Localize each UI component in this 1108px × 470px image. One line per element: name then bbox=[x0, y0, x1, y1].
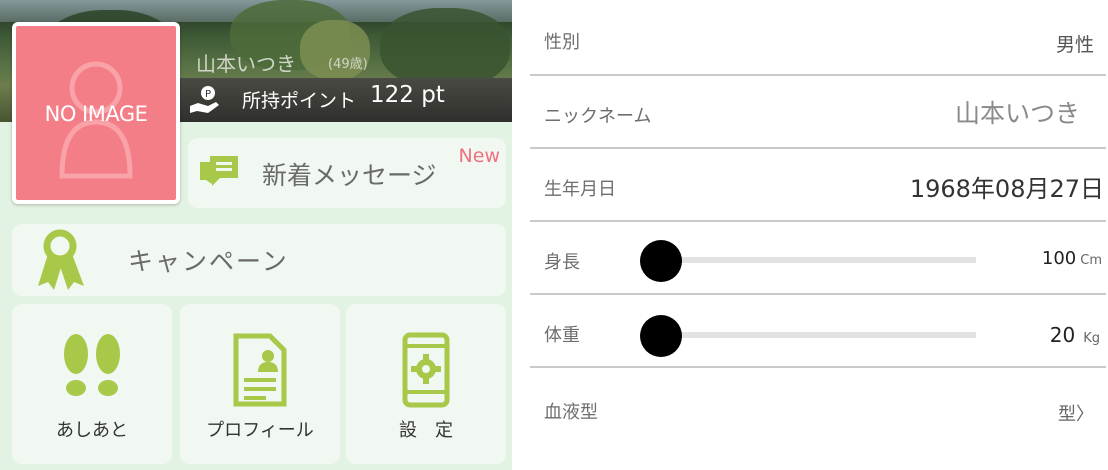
weight-slider-track[interactable] bbox=[650, 332, 976, 338]
campaign-label: キャンペーン bbox=[128, 247, 289, 276]
profile-document-icon bbox=[233, 333, 287, 407]
height-value-group: 100 Cm bbox=[1042, 248, 1102, 269]
user-name: 山本いつき bbox=[196, 52, 296, 76]
weight-label: 体重 bbox=[544, 325, 580, 346]
member-menu-panel: 山本いつき (49歳) P 所持ポイント 122 pt NO IMAGE 新着メ… bbox=[0, 0, 512, 470]
weight-slider-thumb[interactable] bbox=[640, 315, 682, 357]
birthday-value: 1968年08月27日 bbox=[909, 175, 1104, 203]
weight-row: 体重 20 Kg bbox=[530, 295, 1106, 368]
settings-phone-icon bbox=[402, 332, 450, 408]
weight-value-group: 20 Kg bbox=[1050, 323, 1100, 347]
weight-unit: Kg bbox=[1083, 331, 1100, 346]
nickname-row[interactable]: ニックネーム 山本いつき bbox=[530, 76, 1106, 149]
points-bar[interactable]: P 所持ポイント 122 pt bbox=[180, 78, 512, 122]
height-value: 100 bbox=[1041, 248, 1077, 269]
svg-text:P: P bbox=[205, 89, 211, 100]
gender-row[interactable]: 性別 男性 bbox=[530, 0, 1106, 76]
screen: 山本いつき (49歳) P 所持ポイント 122 pt NO IMAGE 新着メ… bbox=[0, 0, 1108, 470]
points-value: 122 pt bbox=[370, 82, 445, 108]
footprints-icon bbox=[64, 334, 120, 396]
user-age: (49歳) bbox=[328, 57, 368, 72]
settings-label: 設 定 bbox=[399, 420, 453, 441]
profile-form: 性別 男性 ニックネーム 山本いつき 生年月日 1968年08月27日 身長 1… bbox=[512, 0, 1108, 470]
blood-type-value: 型〉 bbox=[1058, 404, 1094, 425]
ribbon-icon bbox=[38, 229, 84, 290]
footprints-label: あしあと bbox=[56, 420, 128, 441]
blood-type-row[interactable]: 血液型 型〉 bbox=[530, 368, 1106, 470]
new-messages-button[interactable]: 新着メッセージ New bbox=[188, 138, 506, 208]
height-label: 身長 bbox=[544, 252, 580, 273]
new-badge: New bbox=[458, 145, 500, 167]
points-label: 所持ポイント bbox=[242, 90, 357, 112]
gender-label: 性別 bbox=[544, 32, 580, 53]
birthday-label: 生年月日 bbox=[544, 179, 616, 200]
gender-value: 男性 bbox=[1055, 34, 1094, 56]
profile-label: プロフィール bbox=[206, 420, 314, 441]
nickname-value: 山本いつき bbox=[954, 99, 1080, 128]
height-unit: Cm bbox=[1080, 253, 1102, 268]
user-name-bar: 山本いつき (49歳) bbox=[180, 44, 512, 78]
blood-type-label: 血液型 bbox=[544, 402, 598, 423]
height-row: 身長 100 Cm bbox=[530, 222, 1106, 295]
weight-value: 20 bbox=[1049, 323, 1076, 347]
profile-button[interactable]: プロフィール bbox=[180, 304, 340, 464]
height-slider-track[interactable] bbox=[650, 257, 976, 263]
profile-photo[interactable]: NO IMAGE bbox=[12, 22, 180, 204]
nickname-label: ニックネーム bbox=[544, 106, 652, 127]
height-slider-thumb[interactable] bbox=[640, 240, 682, 282]
new-messages-label: 新着メッセージ bbox=[262, 161, 437, 190]
footprints-button[interactable]: あしあと bbox=[12, 304, 172, 464]
no-image-label: NO IMAGE bbox=[44, 102, 148, 126]
birthday-row[interactable]: 生年月日 1968年08月27日 bbox=[530, 149, 1106, 222]
settings-button[interactable]: 設 定 bbox=[346, 304, 506, 464]
campaign-button[interactable]: キャンペーン bbox=[12, 224, 506, 296]
chat-bubbles-icon bbox=[200, 156, 238, 186]
points-hand-icon: P bbox=[190, 86, 219, 113]
